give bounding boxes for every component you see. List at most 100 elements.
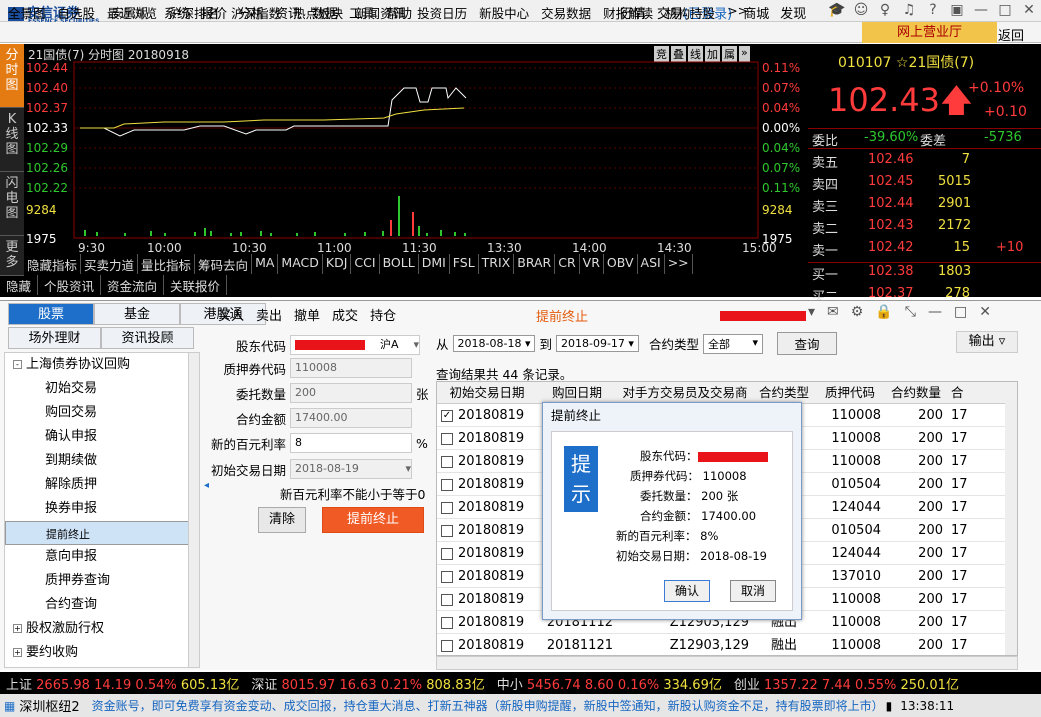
lock-icon[interactable]: 🔒 xyxy=(875,304,892,320)
chart-bottom-tab[interactable]: 关联报价 xyxy=(164,275,228,295)
dialog-ok-button[interactable]: 确认 xyxy=(664,580,710,602)
indicator-tab[interactable]: OBV xyxy=(604,254,638,274)
tree-node[interactable]: 换券申报 xyxy=(5,497,189,521)
rate-input[interactable]: 8 xyxy=(290,433,412,453)
expand-icon[interactable]: - xyxy=(13,360,22,369)
online-office-button[interactable]: 网上营业厅 xyxy=(862,22,997,43)
grid-header-cell[interactable]: 初始交易日期 xyxy=(437,382,537,403)
grid-header-cell[interactable]: 合约数量 xyxy=(885,382,947,403)
table-row[interactable]: 20180819 20181121 Z12903,129 融出 110008 200 17 xyxy=(437,634,1017,655)
tree-node[interactable]: 到期续做 xyxy=(5,449,189,473)
skin-icon[interactable]: ▣ xyxy=(948,2,966,20)
tree-node[interactable]: 购回交易 xyxy=(5,401,189,425)
indicator-tab[interactable]: BRAR xyxy=(514,254,556,274)
tree-node[interactable]: 确认申报 xyxy=(5,425,189,449)
nav-item[interactable]: 沪深排名 xyxy=(169,3,219,22)
nav-item[interactable]: 沪深指数 xyxy=(231,3,281,22)
pledge-input[interactable]: 110008 xyxy=(290,358,412,378)
nav-item[interactable]: 全景图 xyxy=(8,3,46,22)
indicator-tab[interactable]: ASI xyxy=(638,254,665,274)
row-checkbox[interactable]: ✓ xyxy=(441,409,453,422)
expand-icon[interactable]: + xyxy=(13,648,22,657)
settings-icon[interactable]: ⚙ xyxy=(851,304,864,320)
chart-bottom-tab[interactable]: 个股资讯 xyxy=(38,275,102,295)
ask-price[interactable]: 102.42 xyxy=(868,240,914,255)
grid-header-cell[interactable]: 对手方交易员及交易商 xyxy=(617,382,753,403)
nav-item[interactable]: 最近浏览 xyxy=(107,3,157,22)
nav-item[interactable]: >> xyxy=(727,3,748,22)
minimize-icon[interactable]: — xyxy=(972,2,990,20)
row-checkbox[interactable] xyxy=(441,455,453,468)
minimize-icon[interactable]: — xyxy=(928,304,942,320)
grid-header-cell[interactable]: 合约类型 xyxy=(753,382,815,403)
trade-tab[interactable]: 基金 xyxy=(94,303,180,325)
tree-node[interactable]: 意向申报 xyxy=(5,545,189,569)
indicator-tab[interactable]: 隐藏指标 xyxy=(24,254,82,274)
close-icon[interactable]: ✕ xyxy=(979,304,991,320)
row-checkbox[interactable] xyxy=(441,478,453,491)
menu-discover[interactable]: 发现 xyxy=(780,3,806,22)
row-checkbox[interactable] xyxy=(441,570,453,583)
chart-bottom-tab[interactable]: 资金流向 xyxy=(101,275,165,295)
chart-tab[interactable]: 分时图 xyxy=(0,44,24,108)
bell-icon[interactable]: ♫ xyxy=(900,2,918,20)
indicator-tab[interactable]: MA xyxy=(252,254,279,274)
chart-tab[interactable]: 闪电图 xyxy=(0,172,24,236)
ask-price[interactable]: 102.45 xyxy=(868,174,914,189)
nav-item[interactable]: 财报解读 xyxy=(603,3,653,22)
amount-input[interactable]: 17400.00 xyxy=(290,408,412,428)
index-segment[interactable]: 上证 2665.98 14.19 0.54% 605.13亿 xyxy=(0,674,245,693)
trade-tab[interactable]: 股票 xyxy=(8,303,94,325)
row-checkbox[interactable] xyxy=(441,593,453,606)
trade-action[interactable]: 买入 xyxy=(218,305,244,324)
maximize-icon[interactable]: □ xyxy=(954,304,967,320)
ask-price[interactable]: 102.43 xyxy=(868,218,914,233)
bid-price[interactable]: 102.37 xyxy=(868,286,914,301)
bid-price[interactable]: 102.38 xyxy=(868,264,914,279)
to-date[interactable]: 2018-09-17 ▾ xyxy=(556,335,639,352)
nav-item[interactable]: 新闻资讯 xyxy=(355,3,405,22)
tree-node[interactable]: + 要约收购 xyxy=(5,641,189,665)
trade-action[interactable]: 成交 xyxy=(332,305,358,324)
smile-icon[interactable]: ☺ xyxy=(852,2,870,20)
indicator-tab[interactable]: 筹码去向 xyxy=(195,254,253,274)
grid-h-scrollbar[interactable] xyxy=(436,656,1018,670)
tree-node[interactable]: 质押券查询 xyxy=(5,569,189,593)
trade-tab-2[interactable]: 资讯投顾 xyxy=(101,327,194,349)
row-checkbox[interactable] xyxy=(441,432,453,445)
indicator-tab[interactable]: MACD xyxy=(278,254,323,274)
indicator-tab[interactable]: DMI xyxy=(419,254,450,274)
tree-node[interactable]: 提前终止 xyxy=(5,521,189,545)
qty-input[interactable]: 200 xyxy=(290,383,412,403)
nav-item[interactable]: 热点板块 xyxy=(293,3,343,22)
nav-item[interactable]: 交易数据 xyxy=(541,3,591,22)
dropdown-icon[interactable]: ▾ xyxy=(808,304,815,320)
nav-item[interactable]: 自选股 xyxy=(58,3,96,22)
clear-button[interactable]: 清除 xyxy=(258,507,306,533)
row-checkbox[interactable] xyxy=(441,547,453,560)
tree-node[interactable]: - 上海债券协议回购 xyxy=(5,353,189,377)
chart-tab[interactable]: 更多 xyxy=(0,236,24,276)
ask-price[interactable]: 102.46 xyxy=(868,152,914,167)
back-button[interactable]: 返回 xyxy=(998,25,1024,44)
date-picker[interactable]: 2018-08-19 ▾ xyxy=(290,459,412,479)
index-segment[interactable]: 中小 5456.74 8.60 0.16% 334.69亿 xyxy=(491,674,728,693)
tree-node[interactable]: 初始交易 xyxy=(5,377,189,401)
indicator-tab[interactable]: VR xyxy=(580,254,604,274)
row-checkbox[interactable] xyxy=(441,501,453,514)
trade-tab-2[interactable]: 场外理财 xyxy=(8,327,101,349)
indicator-tab[interactable]: 买卖力道 xyxy=(81,254,139,274)
collapse-arrow-icon[interactable]: ◂ xyxy=(204,480,209,500)
ask-price[interactable]: 102.44 xyxy=(868,196,914,211)
row-checkbox[interactable] xyxy=(441,524,453,537)
grad-cap-icon[interactable]: 🎓 xyxy=(828,2,846,20)
nav-item[interactable]: 投资日历 xyxy=(417,3,467,22)
nav-item[interactable]: 新股中心 xyxy=(479,3,529,22)
dialog-cancel-button[interactable]: 取消 xyxy=(730,580,776,602)
indicator-tab[interactable]: KDJ xyxy=(323,254,352,274)
tree-node[interactable]: 解除质押 xyxy=(5,473,189,497)
tree-scrollbar[interactable] xyxy=(188,352,200,668)
indicator-tab[interactable]: CCI xyxy=(351,254,380,274)
expand-icon[interactable]: + xyxy=(13,624,22,633)
indicator-tab[interactable]: BOLL xyxy=(380,254,419,274)
